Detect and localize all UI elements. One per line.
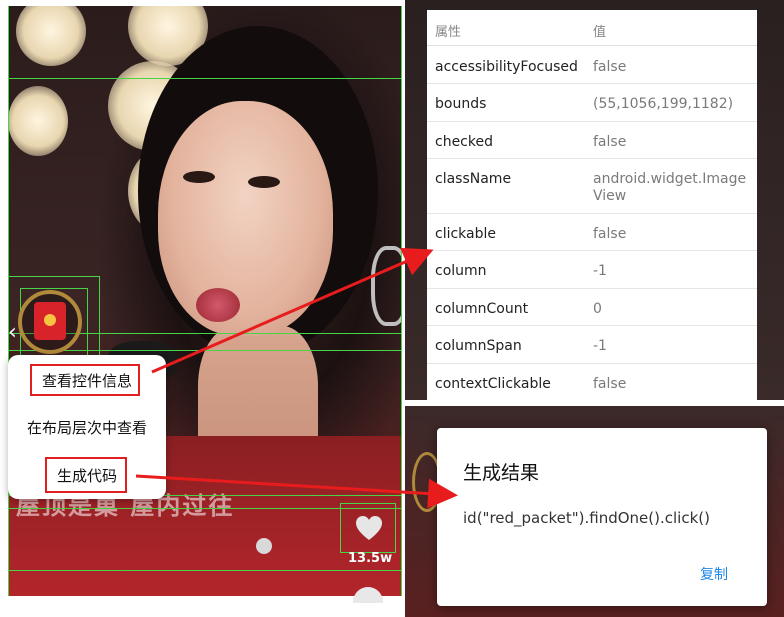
attribute-value: (55,1056,199,1182) [593,96,734,112]
face [158,101,333,336]
eye [248,176,280,188]
attribute-name: bounds [435,96,487,112]
attribute-name: columnSpan [435,338,522,354]
attribute-name: column [435,263,487,279]
table-row[interactable]: contextClickable false [427,364,757,400]
generate-result-dialog: 生成结果 id("red_packet").findOne().click() … [437,428,767,606]
attribute-value: false [593,226,627,242]
table-row[interactable]: clickable false [427,214,757,251]
table-row[interactable]: bounds (55,1056,199,1182) [427,84,757,122]
table-row[interactable]: column -1 [427,251,757,289]
bounds-line [8,570,402,571]
bounds-line [8,78,402,79]
menu-item-view-in-hierarchy[interactable]: 在布局层次中查看 [8,417,166,438]
chevron-left-icon[interactable]: ‹ [8,322,17,344]
highlight-box [45,457,127,493]
heart-icon[interactable] [355,515,383,541]
table-row[interactable]: className android.widget.ImageView [427,159,757,214]
table-row[interactable]: checked false [427,122,757,159]
highlight-box [30,364,140,396]
table-row[interactable]: columnCount 0 [427,289,757,326]
attribute-value: false [593,134,627,150]
attribute-value: android.widget.ImageView [593,171,747,204]
stage-light [8,86,68,156]
like-count: 13.5w [348,551,393,566]
composite-screenshot: 屋顶是巢 屋内过往 ‹ 13.5w 查看控件信息 在布局层次中查看 生成代码 属… [0,0,784,617]
attribute-name: contextClickable [435,376,551,392]
pendant [256,538,272,554]
red-packet-icon[interactable] [34,302,66,340]
table-row[interactable]: columnSpan -1 [427,326,757,364]
attribute-name: accessibilityFocused [435,59,578,75]
attribute-name: clickable [435,226,497,242]
generated-code: id("red_packet").findOne().click() [463,509,710,527]
stage-light [16,6,86,66]
copy-button[interactable]: 复制 [700,564,728,584]
attribute-name: className [435,171,512,187]
value-column-header: 值 [593,25,607,40]
attribute-column-header: 属性 [435,25,462,40]
bounds-line [401,6,402,596]
lips [196,288,240,322]
earring [371,246,402,326]
attribute-value: -1 [593,263,607,279]
attribute-name: checked [435,134,493,150]
attribute-value: 0 [593,301,602,317]
attribute-name: columnCount [435,301,529,317]
attribute-value: false [593,376,627,392]
eye [183,171,215,183]
attribute-value: false [593,59,627,75]
red-packet-seal [44,314,56,326]
attribute-value: -1 [593,338,607,354]
dialog-title: 生成结果 [463,462,540,484]
attribute-table-header: 属性 值 [427,10,757,46]
attribute-table: 属性 值 accessibilityFocused false bounds (… [427,10,757,400]
table-row[interactable]: accessibilityFocused false [427,47,757,84]
